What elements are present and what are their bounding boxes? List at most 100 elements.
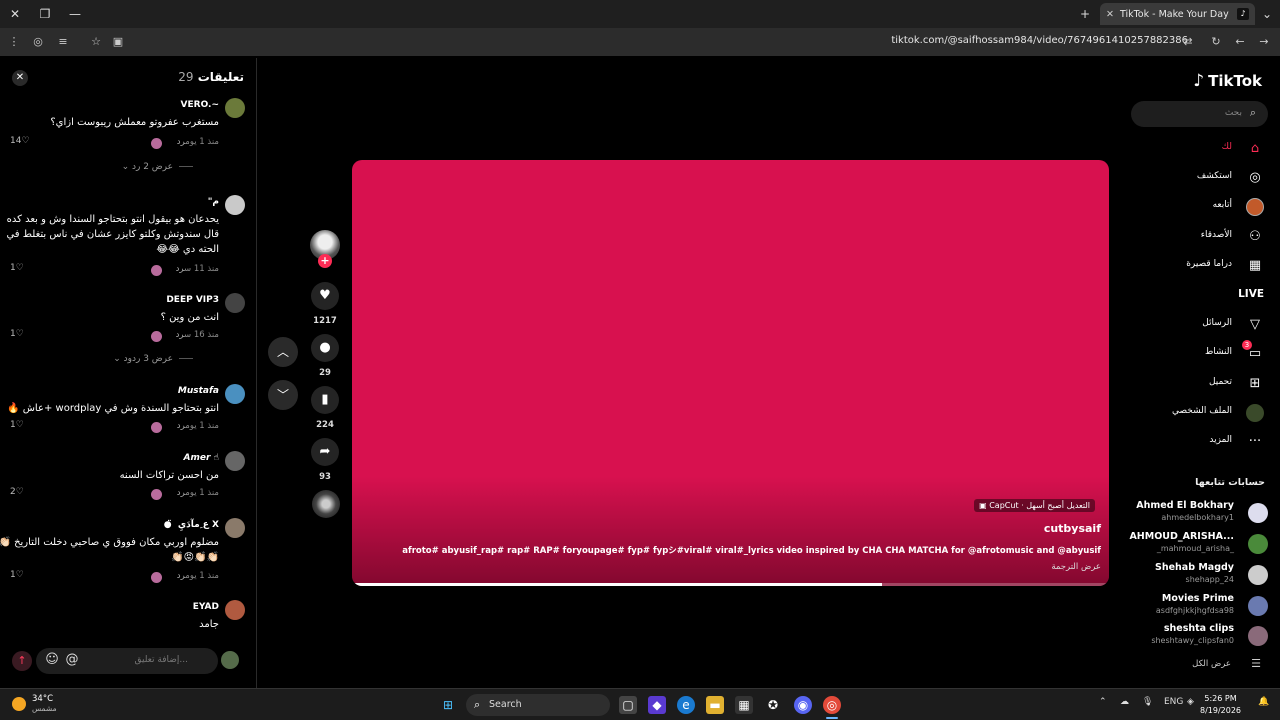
- nav-profile[interactable]: الملف الشخصي: [1114, 402, 1264, 424]
- windows-start-icon[interactable]: ⊞: [439, 696, 457, 714]
- tiktok-logo[interactable]: ♪ TikTok: [1193, 71, 1262, 91]
- restore-window-icon[interactable]: ❐: [36, 5, 54, 23]
- discord-icon[interactable]: ◉: [794, 696, 812, 714]
- search-input[interactable]: بحث ⌕: [1131, 101, 1268, 127]
- comment-username[interactable]: Mustafa: [178, 386, 219, 396]
- new-tab-icon[interactable]: +: [1076, 5, 1094, 23]
- comment-action[interactable]: ● 29: [310, 334, 340, 378]
- network-icon[interactable]: ◈: [1187, 697, 1194, 707]
- heart-icon[interactable]: ♥: [311, 282, 339, 310]
- comment-likes[interactable]: 2♡: [10, 487, 24, 497]
- reply-link[interactable]: رد: [177, 137, 185, 147]
- app-icon[interactable]: ✪: [764, 696, 782, 714]
- avatar[interactable]: [225, 600, 245, 620]
- send-comment-button[interactable]: ↑: [12, 651, 32, 671]
- file-explorer-icon[interactable]: ▬: [706, 696, 724, 714]
- comment-likes[interactable]: 1♡: [10, 420, 24, 430]
- cloud-icon[interactable]: ☁: [1120, 697, 1129, 707]
- reply-link[interactable]: رد: [177, 571, 185, 581]
- weather-widget[interactable]: 34°C مشمس: [12, 694, 57, 714]
- share-action[interactable]: ➦ 93: [310, 438, 340, 482]
- language-indicator[interactable]: ENG: [1164, 697, 1183, 707]
- forward-icon[interactable]: ←: [1232, 34, 1248, 50]
- nav-live[interactable]: LIVE: [1114, 284, 1264, 306]
- nav-drama[interactable]: ▦ دراما قصيرة: [1114, 255, 1264, 277]
- close-window-icon[interactable]: ✕: [6, 5, 24, 23]
- extension-icon[interactable]: ▣: [110, 34, 126, 50]
- reply-link[interactable]: رد: [176, 264, 184, 274]
- next-video-button[interactable]: ﹀: [268, 380, 298, 410]
- reload-icon[interactable]: ↻: [1208, 34, 1224, 50]
- minimize-window-icon[interactable]: —: [66, 5, 84, 23]
- avatar[interactable]: [225, 451, 245, 471]
- comment-likes[interactable]: 14♡: [10, 136, 30, 146]
- profile-icon[interactable]: ◎: [30, 34, 46, 50]
- avatar[interactable]: [225, 293, 245, 313]
- capcut-badge[interactable]: ▣ CapCut · التعديل أصبح أسهل: [974, 499, 1095, 512]
- comment-likes[interactable]: 1♡: [10, 570, 24, 580]
- microphone-icon[interactable]: 🎙: [1142, 697, 1153, 707]
- comment-likes[interactable]: 1♡: [10, 263, 24, 273]
- see-translation-link[interactable]: عرض الترجمة: [1051, 562, 1101, 572]
- view-replies-link[interactable]: ⌄ عرض 3 ردود: [113, 354, 193, 364]
- copilot-icon[interactable]: ◆: [648, 696, 666, 714]
- reply-link[interactable]: رد: [177, 488, 185, 498]
- video-progress-bar[interactable]: [352, 583, 1109, 586]
- task-view-icon[interactable]: ▢: [619, 696, 637, 714]
- heart-outline-icon[interactable]: ♡: [16, 329, 24, 339]
- nav-upload[interactable]: ⊞ تحميل: [1114, 373, 1264, 395]
- following-account[interactable]: sheshta clips sheshtawy_clipsfan0: [1118, 623, 1268, 649]
- following-account[interactable]: Shehab Magdy shehapp_24: [1118, 562, 1268, 588]
- edge-icon[interactable]: e: [677, 696, 695, 714]
- url-field[interactable]: tiktok.com/@saifhossam984/video/76749614…: [891, 35, 1188, 46]
- nav-following[interactable]: أتابعه: [1114, 196, 1264, 218]
- heart-outline-icon[interactable]: ♡: [16, 570, 24, 580]
- avatar[interactable]: [225, 195, 245, 215]
- avatar[interactable]: [225, 98, 245, 118]
- back-icon[interactable]: →: [1256, 34, 1272, 50]
- following-account[interactable]: Ahmed El Bokhary ahmedelbokhary1: [1118, 500, 1268, 526]
- following-account[interactable]: AHMOUD_ARISHA... _mahmoud_arisha_: [1118, 531, 1268, 557]
- heart-outline-icon[interactable]: ♡: [16, 487, 24, 497]
- like-action[interactable]: ♥ 1217: [310, 282, 340, 326]
- save-action[interactable]: ▮ 224: [310, 386, 340, 430]
- bookmark-icon[interactable]: ▮: [311, 386, 339, 414]
- follow-plus-icon[interactable]: +: [318, 254, 332, 268]
- mention-icon[interactable]: @: [64, 652, 80, 668]
- comment-username[interactable]: Amer ☝: [184, 453, 220, 463]
- following-account[interactable]: Movies Prime asdfghjkkjhgfdsa98: [1118, 593, 1268, 619]
- comment-username[interactable]: ● ̈ ع ِمآدَيِ X: [164, 520, 219, 530]
- avatar[interactable]: [225, 384, 245, 404]
- clock[interactable]: 5:26 PM 8/19/2026: [1200, 693, 1241, 717]
- comment-username[interactable]: EYAD: [193, 602, 219, 612]
- search-icon[interactable]: ⌕: [1246, 106, 1260, 120]
- share-arrow-icon[interactable]: ➦: [311, 438, 339, 466]
- chrome-icon[interactable]: ◎: [823, 696, 841, 714]
- comment-username[interactable]: DEEP VIP3: [166, 295, 219, 305]
- heart-outline-icon[interactable]: ♡: [16, 263, 24, 273]
- emoji-icon[interactable]: ☺: [44, 652, 60, 668]
- reading-list-icon[interactable]: ≡: [55, 34, 71, 50]
- heart-outline-icon[interactable]: ♡: [21, 136, 29, 146]
- music-disc-icon[interactable]: [312, 490, 340, 518]
- close-comments-icon[interactable]: ✕: [12, 70, 28, 86]
- tray-chevron-icon[interactable]: ⌃: [1099, 697, 1107, 707]
- comment-username[interactable]: VERO.~: [181, 100, 219, 110]
- avatar[interactable]: [225, 518, 245, 538]
- nav-activity[interactable]: ▭ 3 النشاط: [1114, 340, 1264, 365]
- chevron-down-icon[interactable]: ⌄: [1258, 5, 1276, 23]
- previous-video-button[interactable]: ︿: [268, 337, 298, 367]
- bookmark-star-icon[interactable]: ☆: [88, 34, 104, 50]
- taskbar-search[interactable]: ⌕ Search: [466, 694, 610, 716]
- comment-username[interactable]: "م: [208, 197, 219, 207]
- heart-outline-icon[interactable]: ♡: [16, 420, 24, 430]
- video-player[interactable]: ▣ CapCut · التعديل أصبح أسهل cutbysaif a…: [352, 160, 1109, 586]
- site-settings-icon[interactable]: ⇄: [1180, 34, 1196, 50]
- nav-explore[interactable]: ◎ استكشف: [1114, 167, 1264, 189]
- nav-friends[interactable]: ⚇ الأصدقاء: [1114, 226, 1264, 248]
- menu-dots-icon[interactable]: ⋮: [6, 34, 22, 50]
- comment-bubble-icon[interactable]: ●: [311, 334, 339, 362]
- store-icon[interactable]: ▦: [735, 696, 753, 714]
- nav-messages[interactable]: ▽ الرسائل: [1114, 314, 1264, 336]
- reply-link[interactable]: رد: [177, 421, 185, 431]
